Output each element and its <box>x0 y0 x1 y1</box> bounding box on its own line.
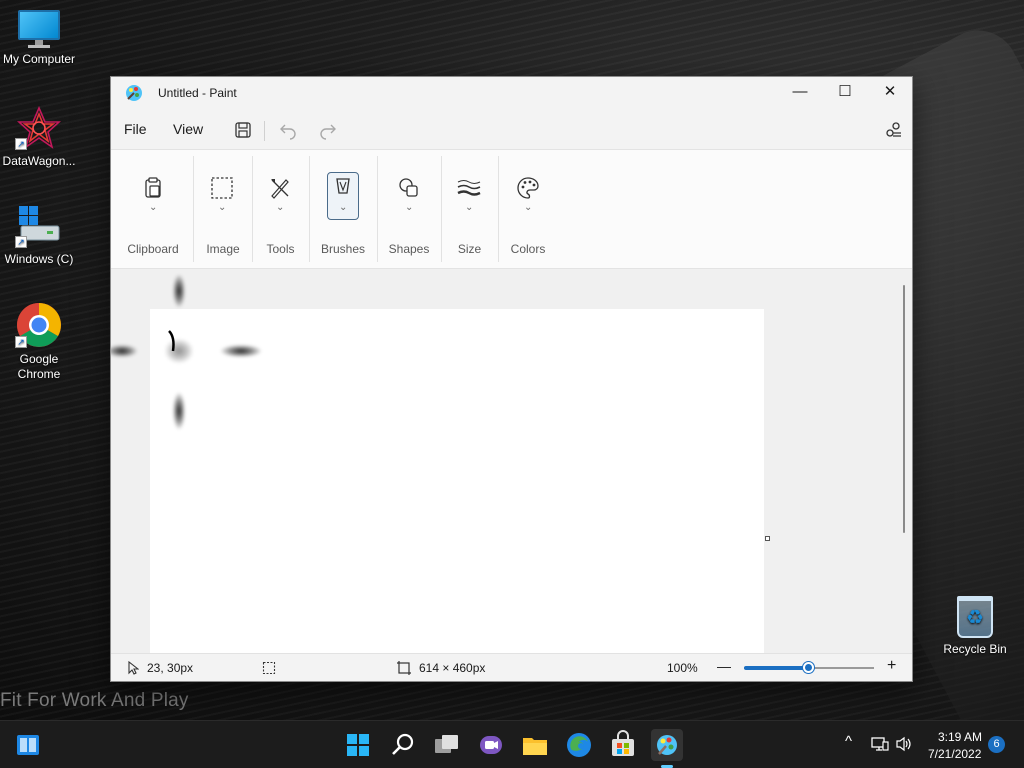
ribbon-group-shapes[interactable]: ⌄ Shapes <box>378 150 440 268</box>
ribbon-group-label: Shapes <box>388 242 430 256</box>
save-icon[interactable] <box>233 120 253 140</box>
ribbon-group-label: Clipboard <box>127 242 179 256</box>
desktop-icon-windows-c[interactable]: ↗ Windows (C) <box>1 204 77 267</box>
ribbon-group-colors[interactable]: ⌄ Colors <box>499 150 557 268</box>
ribbon-group-tools[interactable]: ⌄ Tools <box>253 150 308 268</box>
tools-icon <box>271 179 289 199</box>
shortcut-arrow-icon: ↗ <box>15 336 27 348</box>
chevron-down-icon: ⌄ <box>465 202 474 213</box>
drawing-canvas[interactable] <box>150 309 764 653</box>
clipboard-icon <box>145 177 161 198</box>
stroke-size-icon <box>457 180 481 196</box>
chevron-up-icon[interactable]: ^ <box>845 733 852 750</box>
status-bar: 23, 30px 614 × 460px 100% — + <box>111 653 912 681</box>
task-view-icon[interactable] <box>431 729 463 761</box>
search-icon[interactable] <box>387 729 419 761</box>
edge-browser-icon[interactable] <box>563 729 595 761</box>
canvas-area[interactable] <box>111 269 912 653</box>
menu-separator <box>264 121 265 141</box>
volume-icon[interactable] <box>895 736 913 752</box>
chevron-down-icon: ⌄ <box>149 202 158 213</box>
clock-time[interactable]: 3:19 AM <box>938 730 982 744</box>
clock-date[interactable]: 7/21/2022 <box>928 747 981 761</box>
desktop-icon-recycle-bin[interactable]: ♻ Recycle Bin <box>937 596 1013 657</box>
shortcut-arrow-icon: ↗ <box>15 236 27 248</box>
file-explorer-icon[interactable] <box>519 729 551 761</box>
cursor-crosshair-right <box>221 345 261 357</box>
brush-icon <box>336 178 350 194</box>
monitor-icon <box>18 10 60 48</box>
ribbon-group-label: Tools <box>266 242 295 256</box>
desktop-icon-datawagon[interactable]: ↗ DataWagon... <box>1 106 77 169</box>
ribbon-separator <box>193 156 194 262</box>
redo-icon[interactable] <box>318 120 338 140</box>
paint-app-icon <box>657 735 677 755</box>
cursor-crosshair-center <box>165 339 193 363</box>
undo-icon[interactable] <box>278 120 298 140</box>
window-title: Untitled - Paint <box>158 86 237 100</box>
menu-view[interactable]: View <box>173 121 203 137</box>
desktop-icon-google-chrome[interactable]: ↗ Google Chrome <box>1 302 77 382</box>
menu-bar: File View <box>111 109 912 149</box>
ribbon-group-clipboard[interactable]: ⌄ Clipboard <box>119 150 187 268</box>
chevron-down-icon: ⌄ <box>339 202 348 213</box>
settings-icon[interactable] <box>884 120 904 140</box>
palette-icon <box>517 177 539 199</box>
paint-taskbar-button[interactable] <box>651 729 683 761</box>
ribbon-group-label: Image <box>206 242 240 256</box>
desktop-icon-label: Windows (C) <box>4 252 74 266</box>
cursor-position: 23, 30px <box>147 661 194 675</box>
vertical-scrollbar[interactable] <box>903 285 905 533</box>
minimize-button[interactable]: — <box>777 77 823 107</box>
ribbon-group-brushes[interactable]: ⌄ Brushes <box>310 150 376 268</box>
desktop-icon-my-computer[interactable]: My Computer <box>1 10 77 67</box>
desktop-icon-label: My Computer <box>2 52 76 66</box>
shortcut-arrow-icon: ↗ <box>15 138 27 150</box>
canvas-size-icon <box>397 661 411 675</box>
selection-icon <box>211 177 233 199</box>
recycle-bin-icon: ♻ <box>957 596 993 638</box>
ribbon-group-size[interactable]: ⌄ Size <box>442 150 497 268</box>
microsoft-store-icon[interactable] <box>607 729 639 761</box>
desktop-icon-label: DataWagon... <box>2 154 76 168</box>
canvas-size: 614 × 460px <box>419 661 486 675</box>
chevron-down-icon: ⌄ <box>405 202 414 213</box>
close-button[interactable]: ✕ <box>867 77 913 107</box>
selection-size-icon <box>262 661 276 675</box>
widgets-icon[interactable] <box>16 733 40 757</box>
menu-file[interactable]: File <box>124 121 147 137</box>
ribbon-group-image[interactable]: ⌄ Image <box>195 150 251 268</box>
cursor-crosshair-left <box>111 345 137 357</box>
chevron-down-icon: ⌄ <box>524 202 533 213</box>
zoom-slider-fill <box>744 666 809 670</box>
notification-badge[interactable]: 6 <box>988 736 1005 753</box>
zoom-in-button[interactable]: + <box>887 657 896 675</box>
zoom-out-button[interactable]: — <box>717 658 731 674</box>
desktop-icon-label: Recycle Bin <box>943 642 1007 656</box>
desktop-icon-label: Google Chrome <box>17 352 61 381</box>
wallpaper-slogan: Fit For Work And Play <box>0 690 189 711</box>
chevron-down-icon: ⌄ <box>218 202 227 213</box>
paint-app-icon <box>126 85 142 101</box>
pointer-icon <box>128 661 139 675</box>
start-button-icon[interactable] <box>342 729 374 761</box>
cursor-crosshair-top <box>173 275 185 307</box>
title-bar[interactable]: Untitled - Paint — ☐ ✕ <box>111 77 912 109</box>
cursor-crosshair-bottom <box>173 393 185 429</box>
chevron-down-icon: ⌄ <box>276 202 285 213</box>
ribbon-group-label: Colors <box>510 242 546 256</box>
shapes-icon <box>399 178 418 197</box>
paint-window: Untitled - Paint — ☐ ✕ File View ⌄ Clipb… <box>110 76 913 682</box>
ribbon-toolbar: ⌄ Clipboard ⌄ Image ⌄ Tools ⌄ Brushes ⌄ … <box>111 149 912 269</box>
maximize-button[interactable]: ☐ <box>822 77 868 107</box>
chat-icon[interactable] <box>475 729 507 761</box>
taskbar: ^ 3:19 AM 7/21/2022 <box>0 720 1024 768</box>
canvas-resize-handle[interactable] <box>765 536 770 541</box>
ribbon-group-label: Size <box>457 242 482 256</box>
network-icon[interactable] <box>871 736 889 752</box>
zoom-level: 100% <box>667 661 698 675</box>
ribbon-group-label: Brushes <box>320 242 366 256</box>
zoom-slider-thumb[interactable] <box>803 662 814 673</box>
